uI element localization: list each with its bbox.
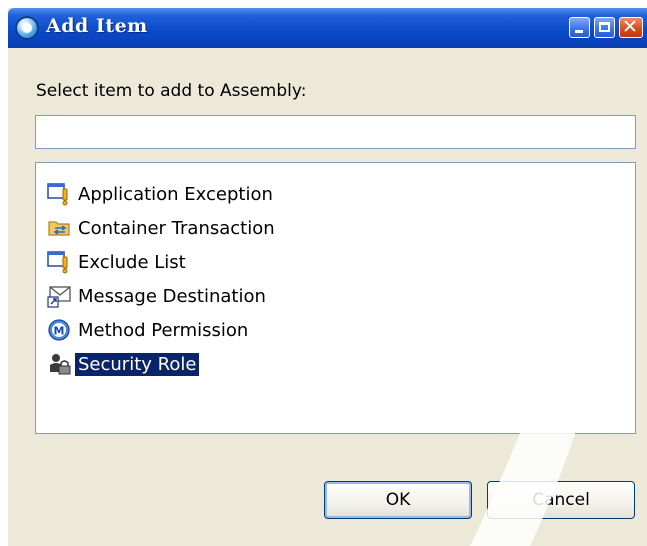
list-item-label: Message Destination bbox=[78, 285, 266, 307]
title-bar[interactable]: Add Item ✕ bbox=[8, 8, 647, 48]
item-list[interactable]: Application Exception Container Transact… bbox=[35, 162, 636, 434]
list-item-application-exception[interactable]: Application Exception bbox=[46, 179, 276, 209]
maximize-button[interactable] bbox=[594, 17, 615, 38]
method-permission-icon: M bbox=[46, 316, 74, 344]
security-role-icon bbox=[46, 350, 74, 378]
cancel-button[interactable]: Cancel bbox=[487, 481, 635, 519]
filter-input[interactable] bbox=[35, 115, 636, 149]
exclude-list-icon bbox=[46, 248, 74, 276]
list-item-label: Container Transaction bbox=[78, 217, 275, 239]
maximize-icon bbox=[599, 22, 610, 32]
app-logo-icon bbox=[15, 16, 39, 40]
list-item-message-destination[interactable]: Message Destination bbox=[46, 281, 269, 311]
exception-icon bbox=[46, 180, 74, 208]
list-item-label: Method Permission bbox=[78, 319, 249, 341]
list-item-label: Security Role bbox=[75, 352, 200, 376]
window-title: Add Item bbox=[46, 15, 148, 37]
prompt-label: Select item to add to Assembly: bbox=[36, 81, 307, 101]
close-icon: ✕ bbox=[622, 16, 638, 38]
svg-text:M: M bbox=[54, 325, 65, 338]
list-item-label: Application Exception bbox=[78, 183, 273, 205]
message-destination-icon bbox=[46, 282, 74, 310]
list-item-exclude-list[interactable]: Exclude List bbox=[46, 247, 189, 277]
minimize-icon bbox=[575, 30, 583, 33]
list-item-container-transaction[interactable]: Container Transaction bbox=[46, 213, 278, 243]
list-item-security-role[interactable]: Security Role bbox=[46, 349, 200, 379]
transaction-folder-icon bbox=[46, 214, 74, 242]
minimize-button[interactable] bbox=[569, 17, 590, 38]
list-item-method-permission[interactable]: M Method Permission bbox=[46, 315, 251, 345]
close-button[interactable]: ✕ bbox=[619, 16, 643, 38]
list-item-label: Exclude List bbox=[78, 251, 186, 273]
add-item-dialog: Add Item ✕ Select item to add to Assembl… bbox=[8, 8, 647, 546]
ok-button[interactable]: OK bbox=[324, 481, 472, 519]
